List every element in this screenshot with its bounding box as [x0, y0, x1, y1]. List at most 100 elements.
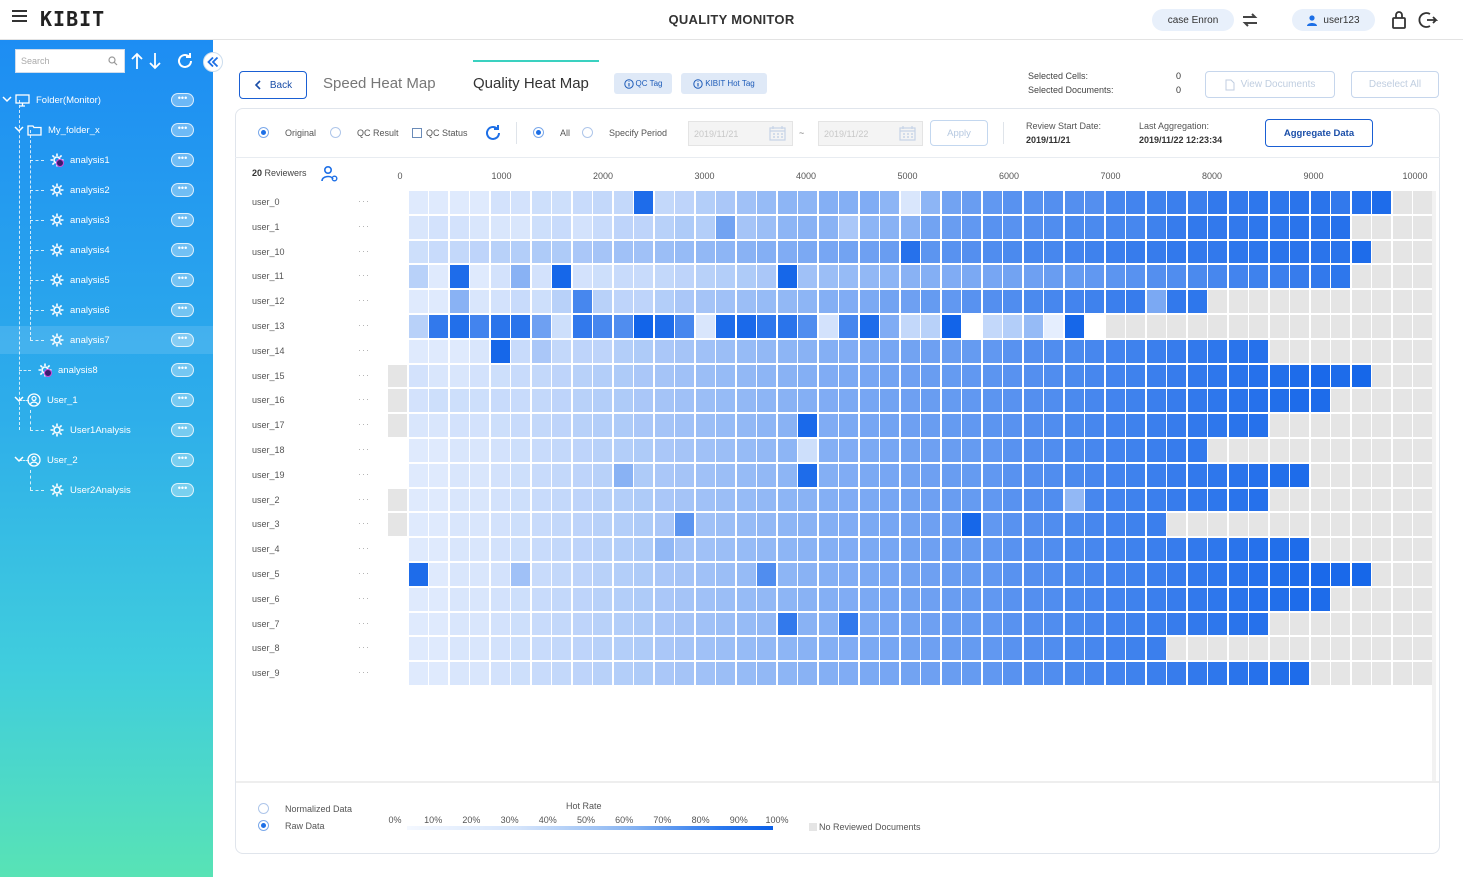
heatmap-cell[interactable]: [798, 463, 817, 487]
heatmap-cell[interactable]: [962, 240, 981, 264]
heatmap-cell[interactable]: [859, 463, 879, 487]
heatmap-cell[interactable]: [449, 439, 469, 462]
heatmap-cell[interactable]: [921, 315, 940, 338]
heatmap-cell[interactable]: [859, 364, 879, 388]
heatmap-cell[interactable]: [490, 513, 510, 537]
heatmap-cell[interactable]: [1413, 587, 1432, 611]
heatmap-cell[interactable]: [388, 463, 407, 487]
heatmap-cell[interactable]: [449, 513, 469, 537]
heatmap-cell[interactable]: [859, 240, 879, 264]
heatmap-cell[interactable]: [1126, 637, 1145, 661]
heatmap-cell[interactable]: [1187, 637, 1207, 661]
heatmap-cell[interactable]: [1167, 215, 1186, 239]
heatmap-cell[interactable]: [900, 587, 920, 611]
heatmap-cell[interactable]: [777, 563, 797, 586]
heatmap-cell[interactable]: [1146, 488, 1166, 512]
heatmap-cell[interactable]: [880, 637, 899, 661]
more-options-button[interactable]: •••: [171, 243, 194, 257]
heatmap-cell[interactable]: [1064, 339, 1084, 363]
row-options-icon[interactable]: ···: [358, 593, 370, 603]
back-button[interactable]: Back: [239, 71, 307, 99]
heatmap-cell[interactable]: [470, 587, 489, 611]
heatmap-cell[interactable]: [1351, 612, 1371, 636]
normalized-data-radio[interactable]: [258, 803, 269, 814]
heatmap-cell[interactable]: [1290, 315, 1309, 338]
heatmap-cell[interactable]: [572, 364, 592, 388]
heatmap-cell[interactable]: [654, 538, 674, 561]
heatmap-cell[interactable]: [1331, 191, 1350, 214]
heatmap-cell[interactable]: [675, 662, 694, 685]
heatmap-cell[interactable]: [1269, 339, 1289, 363]
heatmap-cell[interactable]: [1392, 488, 1412, 512]
heatmap-cell[interactable]: [1351, 563, 1371, 586]
heatmap-cell[interactable]: [777, 662, 797, 685]
heatmap-cell[interactable]: [408, 513, 428, 537]
heatmap-cell[interactable]: [1085, 637, 1104, 661]
heatmap-cell[interactable]: [798, 364, 817, 388]
heatmap-cell[interactable]: [859, 339, 879, 363]
heatmap-cell[interactable]: [1044, 488, 1063, 512]
heatmap-cell[interactable]: [1146, 513, 1166, 537]
heatmap-cell[interactable]: [1105, 463, 1125, 487]
heatmap-cell[interactable]: [859, 662, 879, 685]
heatmap-cell[interactable]: [1085, 265, 1104, 289]
heatmap-cell[interactable]: [941, 513, 961, 537]
heatmap-cell[interactable]: [736, 513, 756, 537]
heatmap-cell[interactable]: [1331, 290, 1350, 313]
heatmap-cell[interactable]: [613, 414, 633, 437]
heatmap-cell[interactable]: [470, 265, 489, 289]
heatmap-cell[interactable]: [1249, 563, 1268, 586]
heatmap-cell[interactable]: [1331, 463, 1350, 487]
heatmap-cell[interactable]: [511, 364, 530, 388]
heatmap-cell[interactable]: [1044, 191, 1063, 214]
heatmap-cell[interactable]: [1023, 488, 1043, 512]
heatmap-cell[interactable]: [921, 513, 940, 537]
heatmap-cell[interactable]: [675, 364, 694, 388]
heatmap-cell[interactable]: [1003, 240, 1022, 264]
heatmap-cell[interactable]: [634, 637, 653, 661]
heatmap-cell[interactable]: [777, 389, 797, 413]
heatmap-cell[interactable]: [408, 240, 428, 264]
heatmap-cell[interactable]: [818, 191, 838, 214]
heatmap-cell[interactable]: [1146, 587, 1166, 611]
heatmap-cell[interactable]: [1167, 339, 1186, 363]
heatmap-cell[interactable]: [1372, 290, 1391, 313]
heatmap-cell[interactable]: [552, 290, 571, 313]
heatmap-cell[interactable]: [900, 339, 920, 363]
search-icon[interactable]: [108, 56, 118, 66]
heatmap-cell[interactable]: [1064, 563, 1084, 586]
heatmap-cell[interactable]: [695, 463, 715, 487]
heatmap-cell[interactable]: [880, 587, 899, 611]
heatmap-cell[interactable]: [839, 662, 858, 685]
heatmap-cell[interactable]: [982, 290, 1002, 313]
heatmap-cell[interactable]: [675, 265, 694, 289]
heatmap-cell[interactable]: [716, 612, 735, 636]
heatmap-cell[interactable]: [470, 414, 489, 437]
heatmap-cell[interactable]: [1351, 662, 1371, 685]
heatmap-cell[interactable]: [941, 315, 961, 338]
heatmap-cell[interactable]: [449, 339, 469, 363]
heatmap-cell[interactable]: [1187, 315, 1207, 338]
heatmap-cell[interactable]: [1413, 389, 1432, 413]
heatmap-cell[interactable]: [1126, 191, 1145, 214]
heatmap-cell[interactable]: [1167, 439, 1186, 462]
heatmap-cell[interactable]: [880, 240, 899, 264]
heatmap-cell[interactable]: [634, 414, 653, 437]
heatmap-cell[interactable]: [552, 587, 571, 611]
heatmap-cell[interactable]: [695, 339, 715, 363]
heatmap-cell[interactable]: [777, 265, 797, 289]
heatmap-cell[interactable]: [1044, 215, 1063, 239]
heatmap-cell[interactable]: [1269, 389, 1289, 413]
heatmap-cell[interactable]: [1269, 463, 1289, 487]
heatmap-cell[interactable]: [408, 439, 428, 462]
heatmap-cell[interactable]: [1064, 439, 1084, 462]
heatmap-cell[interactable]: [572, 662, 592, 685]
heatmap-cell[interactable]: [1310, 637, 1330, 661]
heatmap-cell[interactable]: [900, 290, 920, 313]
heatmap-cell[interactable]: [1146, 563, 1166, 586]
heatmap-cell[interactable]: [982, 389, 1002, 413]
heatmap-cell[interactable]: [839, 513, 858, 537]
heatmap-cell[interactable]: [1249, 587, 1268, 611]
heatmap-cell[interactable]: [1023, 439, 1043, 462]
heatmap-cell[interactable]: [1064, 662, 1084, 685]
